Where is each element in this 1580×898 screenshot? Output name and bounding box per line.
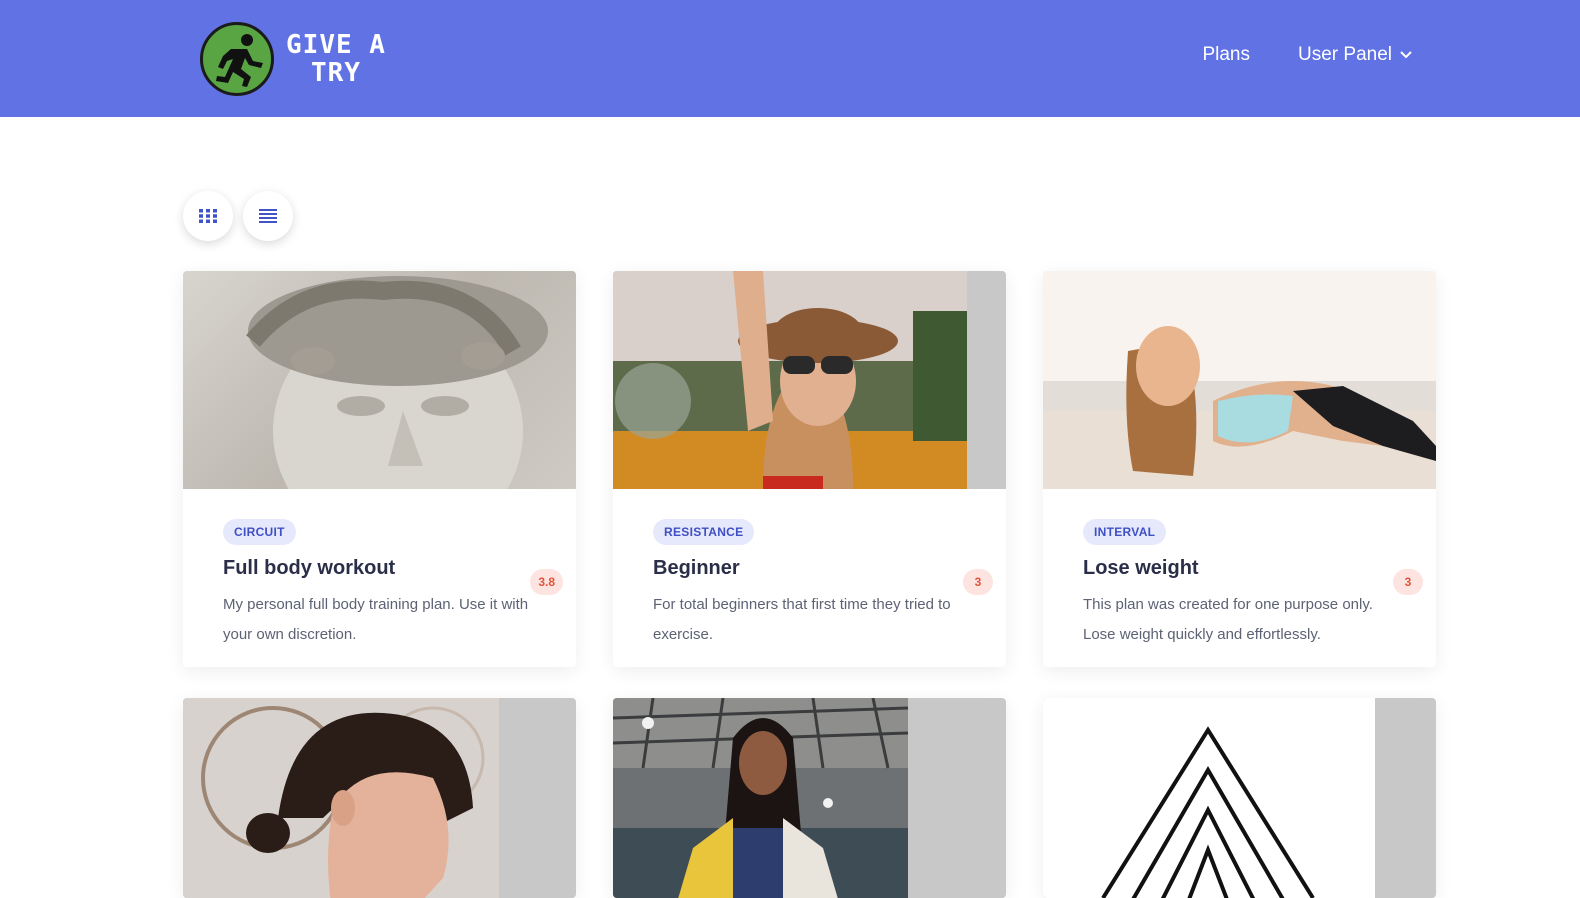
rating-badge: 3 (963, 569, 993, 595)
plan-type-badge: CIRCUIT (223, 519, 296, 545)
plan-type-badge: RESISTANCE (653, 519, 755, 545)
grid-icon (199, 209, 217, 223)
woman-gym-photo (613, 698, 1006, 898)
plan-type-badge: INTERVAL (1083, 519, 1167, 545)
plan-card[interactable] (613, 698, 1006, 898)
brand-line-2: TRY (311, 58, 361, 88)
chevron-down-icon (1400, 51, 1412, 59)
plan-card[interactable] (1043, 698, 1436, 898)
brand-name: GIVE A TRY (282, 31, 390, 87)
woman-hat-sunflowers-photo (613, 271, 1006, 489)
navbar: GIVE A TRY Plans User Panel (0, 0, 1580, 117)
plan-card-body: CIRCUIT Full body workout My personal fu… (183, 489, 576, 667)
statue-photo (183, 271, 576, 489)
rating-badge: 3.8 (530, 569, 563, 595)
plan-description: My personal full body training plan. Use… (223, 596, 529, 643)
plan-card[interactable]: CIRCUIT Full body workout My personal fu… (183, 271, 576, 667)
plan-card[interactable]: RESISTANCE Beginner For total beginners … (613, 271, 1006, 667)
plan-description: For total beginners that first time they… (653, 596, 951, 643)
grid-view-button[interactable] (183, 191, 233, 241)
rating-badge: 3 (1393, 569, 1423, 595)
plan-card-body: INTERVAL Lose weight This plan was creat… (1043, 489, 1436, 667)
runner-icon (200, 22, 274, 96)
plan-title: Lose weight (1083, 557, 1199, 579)
plan-card[interactable]: INTERVAL Lose weight This plan was creat… (1043, 271, 1436, 667)
nav-plans-link[interactable]: Plans (1202, 44, 1250, 66)
plan-description: This plan was created for one purpose on… (1083, 596, 1373, 643)
woman-profile-photo (183, 698, 576, 898)
list-icon (259, 209, 277, 223)
nav-plans-label: Plans (1202, 44, 1250, 65)
plan-card-body: RESISTANCE Beginner For total beginners … (613, 489, 1006, 667)
list-view-button[interactable] (243, 191, 293, 241)
plan-card[interactable] (183, 698, 576, 898)
brand-line-1: GIVE A (286, 30, 386, 60)
nav-user-panel-dropdown[interactable]: User Panel (1298, 44, 1412, 66)
view-toggle (183, 191, 293, 241)
plan-title: Full body workout (223, 557, 396, 579)
nav-links: Plans User Panel (1202, 44, 1412, 66)
woman-plank-beach-photo (1043, 271, 1436, 489)
brand-logo[interactable]: GIVE A TRY (200, 21, 390, 97)
plan-title: Beginner (653, 557, 740, 579)
triangle-logo-image (1043, 698, 1436, 898)
nav-user-panel-label: User Panel (1298, 44, 1392, 65)
